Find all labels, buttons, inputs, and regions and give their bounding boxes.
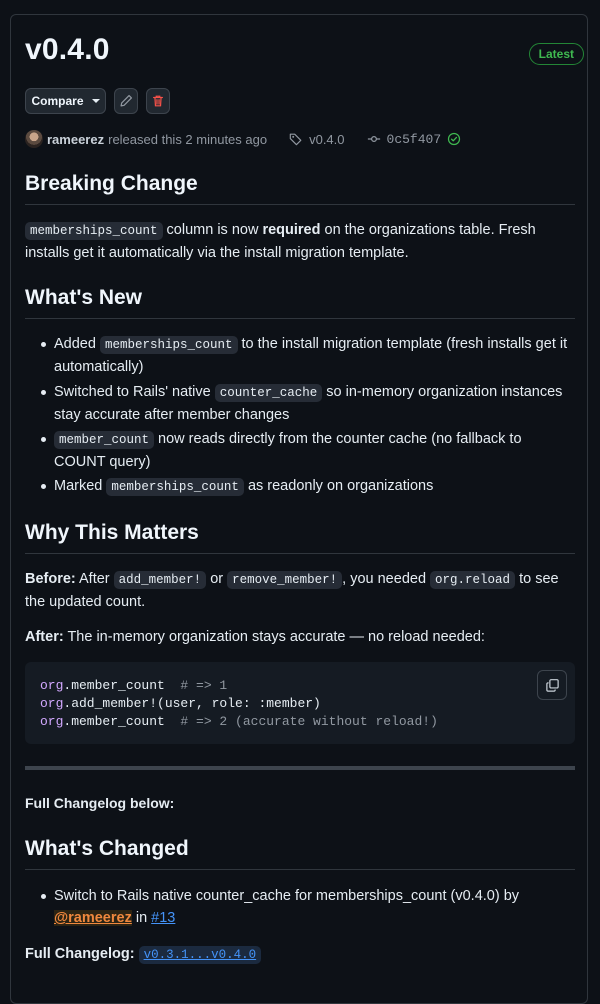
after-paragraph: After: The in-memory organization stays … bbox=[25, 626, 575, 648]
code-block: org.member_count # => 1 org.add_member!(… bbox=[25, 662, 575, 744]
code-line: org.member_count # => 2 (accurate withou… bbox=[40, 714, 438, 729]
full-changelog-below: Full Changelog below: bbox=[25, 795, 175, 811]
text: Switch to Rails native counter_cache for… bbox=[54, 888, 520, 904]
heading-divider bbox=[25, 553, 575, 554]
check-circle-icon bbox=[447, 132, 461, 146]
delete-button[interactable] bbox=[146, 88, 170, 114]
inline-code: memberships_count bbox=[106, 478, 244, 496]
text: column is now bbox=[162, 222, 263, 238]
heading-divider bbox=[25, 318, 575, 319]
inline-code: remove_member! bbox=[227, 571, 343, 589]
before-paragraph: Before: After add_member! or remove_memb… bbox=[25, 568, 575, 613]
text: Marked bbox=[54, 478, 107, 494]
code-text: .add_member!(user, role: :member) bbox=[63, 696, 321, 711]
tag-link[interactable]: v0.4.0 bbox=[289, 131, 345, 147]
bold-text: Before: bbox=[25, 571, 76, 587]
compare-label: Compare bbox=[31, 94, 84, 108]
release-card: v0.4.0 Latest Compare rameerez released … bbox=[10, 14, 588, 1004]
code-text: .member_count bbox=[63, 714, 165, 729]
whats-new-heading: What's New bbox=[25, 286, 143, 309]
pull-request-link[interactable]: #13 bbox=[151, 910, 175, 926]
text: in bbox=[131, 910, 152, 926]
inline-code: memberships_count bbox=[99, 336, 238, 354]
whats-changed-heading: What's Changed bbox=[25, 837, 189, 860]
release-title: v0.4.0 bbox=[25, 33, 110, 66]
author-link[interactable]: rameerez bbox=[47, 132, 104, 147]
text: Added bbox=[54, 336, 100, 352]
code-comment: # => 1 bbox=[164, 678, 228, 693]
bold-text: After: bbox=[25, 629, 64, 645]
list-item: member_count now reads directly from the… bbox=[41, 428, 574, 473]
bold-text: required bbox=[262, 222, 321, 238]
tag-label: v0.4.0 bbox=[309, 131, 345, 147]
release-meta: rameerez released this 2 minutes ago v0.… bbox=[25, 129, 461, 149]
release-actions: Compare bbox=[25, 88, 170, 114]
list-item: Marked memberships_count as readonly on … bbox=[41, 475, 574, 498]
code-object: org bbox=[40, 696, 64, 711]
heading-divider bbox=[25, 204, 575, 205]
text: Switched to Rails' native bbox=[54, 384, 215, 400]
commit-link[interactable]: 0c5f407 bbox=[367, 132, 462, 147]
trash-icon bbox=[153, 95, 163, 107]
commit-sha: 0c5f407 bbox=[386, 131, 442, 147]
code-text: .member_count bbox=[63, 678, 165, 693]
code-object: org bbox=[40, 678, 64, 693]
inline-code: org.reload bbox=[430, 571, 516, 589]
text: as readonly on organizations bbox=[243, 478, 434, 494]
list-item: Switch to Rails native counter_cache for… bbox=[41, 885, 574, 929]
edit-button[interactable] bbox=[114, 88, 138, 114]
compare-link[interactable]: v0.3.1...v0.4.0 bbox=[138, 946, 262, 964]
inline-code: counter_cache bbox=[214, 384, 323, 402]
breaking-change-text: memberships_count column is now required… bbox=[25, 219, 575, 264]
copy-icon bbox=[545, 678, 559, 692]
list-item: Switched to Rails' native counter_cache … bbox=[41, 381, 574, 426]
text: The in-memory organization stays accurat… bbox=[63, 629, 485, 645]
avatar[interactable] bbox=[25, 130, 43, 148]
inline-code: memberships_count bbox=[25, 222, 163, 240]
commit-icon bbox=[367, 136, 380, 142]
bold-text: Full Changelog: bbox=[25, 946, 135, 962]
compare-button[interactable]: Compare bbox=[25, 88, 106, 114]
pencil-icon bbox=[120, 94, 133, 107]
code-comment: # => 2 (accurate without reload!) bbox=[164, 714, 438, 729]
heading-divider bbox=[25, 869, 575, 870]
latest-badge: Latest bbox=[528, 43, 584, 65]
code-line: org.member_count # => 1 bbox=[40, 678, 227, 693]
copy-button[interactable] bbox=[537, 670, 567, 700]
why-heading: Why This Matters bbox=[25, 521, 199, 544]
text: , you needed bbox=[342, 571, 431, 587]
code-line: org.add_member!(user, role: :member) bbox=[40, 696, 321, 711]
breaking-change-heading: Breaking Change bbox=[25, 172, 198, 195]
chevron-down-icon bbox=[91, 99, 100, 103]
released-text: released this 2 minutes ago bbox=[108, 131, 268, 147]
code-object: org bbox=[40, 714, 64, 729]
section-divider bbox=[25, 766, 575, 770]
tag-icon bbox=[289, 133, 302, 146]
inline-code: add_member! bbox=[113, 571, 207, 589]
inline-code: member_count bbox=[54, 431, 155, 449]
full-changelog-line: Full Changelog: v0.3.1...v0.4.0 bbox=[25, 943, 575, 966]
text: or bbox=[206, 571, 228, 587]
user-mention-link[interactable]: @rameerez bbox=[54, 910, 132, 926]
list-item: Added memberships_count to the install m… bbox=[41, 333, 574, 378]
text: After bbox=[75, 571, 114, 587]
